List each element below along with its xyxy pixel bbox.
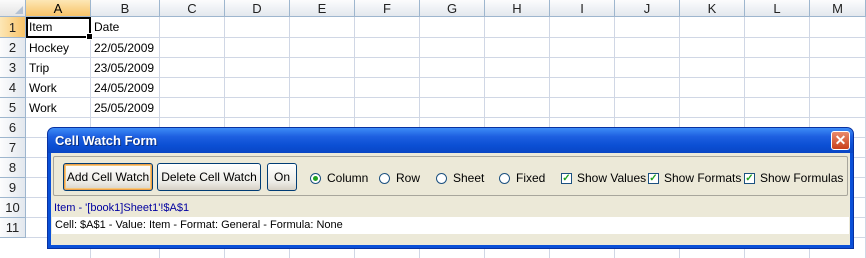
column-header-e[interactable]: E: [290, 0, 355, 17]
select-all-corner[interactable]: [0, 0, 26, 17]
column-header-m[interactable]: M: [810, 0, 866, 17]
cell-b3[interactable]: 23/05/2009: [91, 58, 160, 78]
radio-sheet[interactable]: Sheet: [436, 170, 484, 186]
on-button[interactable]: On: [267, 163, 297, 191]
row-header-6[interactable]: 6: [0, 118, 26, 138]
cell-b1[interactable]: Date: [91, 17, 160, 37]
row-header-11[interactable]: 11: [0, 218, 26, 238]
row-header-1[interactable]: 1: [0, 17, 26, 38]
column-header-g[interactable]: G: [420, 0, 485, 17]
window-title: Cell Watch Form: [55, 133, 158, 148]
radio-fixed[interactable]: Fixed: [499, 170, 545, 186]
radio-column-indicator[interactable]: [310, 172, 321, 184]
cell-b2[interactable]: 22/05/2009: [91, 38, 160, 58]
close-button[interactable]: ✕: [831, 131, 850, 150]
checkbox-show-formats-box[interactable]: ✓: [648, 172, 659, 184]
cell-a3[interactable]: Trip: [26, 58, 91, 78]
radio-fixed-label: Fixed: [516, 171, 546, 185]
column-header-d[interactable]: D: [225, 0, 290, 17]
row-header-2[interactable]: 2: [0, 38, 26, 58]
row-header-3[interactable]: 3: [0, 58, 26, 78]
title-bar[interactable]: Cell Watch Form ✕: [48, 128, 853, 153]
checkbox-show-values-label: Show Values: [577, 171, 647, 185]
cell-a5[interactable]: Work: [26, 98, 91, 118]
add-cell-watch-button[interactable]: Add Cell Watch: [63, 163, 153, 191]
radio-row-indicator[interactable]: [379, 172, 390, 184]
row-header-5[interactable]: 5: [0, 98, 26, 118]
checkbox-show-formulas-box[interactable]: ✓: [744, 172, 755, 184]
column-header-l[interactable]: L: [745, 0, 810, 17]
close-icon: ✕: [834, 132, 847, 148]
radio-fixed-indicator[interactable]: [499, 172, 510, 184]
cell-a2[interactable]: Hockey: [26, 38, 91, 58]
radio-column[interactable]: Column: [310, 170, 368, 186]
checkbox-show-formats-label: Show Formats: [664, 171, 742, 185]
checkbox-show-formulas[interactable]: ✓ Show Formulas: [744, 170, 843, 186]
form-client-area: Add Cell Watch Delete Cell Watch On Colu…: [51, 153, 850, 245]
active-cell-cursor: [26, 17, 93, 40]
checkbox-show-values[interactable]: ✓ Show Values: [561, 170, 646, 186]
row-header-4[interactable]: 4: [0, 78, 26, 98]
radio-row-label: Row: [396, 171, 421, 185]
delete-cell-watch-button[interactable]: Delete Cell Watch: [157, 163, 261, 191]
watch-header: Item - '[book1]Sheet1'!$A$1: [54, 202, 190, 214]
column-header-a[interactable]: A: [26, 0, 91, 17]
checkbox-show-formats[interactable]: ✓ Show Formats: [648, 170, 741, 186]
row-header-9[interactable]: 9: [0, 178, 26, 198]
row-header-10[interactable]: 10: [0, 198, 26, 218]
checkbox-show-formulas-label: Show Formulas: [760, 171, 844, 185]
radio-row[interactable]: Row: [379, 170, 420, 186]
row-header-7[interactable]: 7: [0, 138, 26, 158]
column-header-f[interactable]: F: [355, 0, 420, 17]
cell-b4[interactable]: 24/05/2009: [91, 78, 160, 98]
row-header-8[interactable]: 8: [0, 158, 26, 178]
column-header-h[interactable]: H: [485, 0, 550, 17]
column-header-j[interactable]: J: [615, 0, 680, 17]
cell-b5[interactable]: 25/05/2009: [91, 98, 160, 118]
cell-a4[interactable]: Work: [26, 78, 91, 98]
form-toolbar: Add Cell Watch Delete Cell Watch On Colu…: [53, 156, 848, 196]
radio-sheet-label: Sheet: [453, 171, 485, 185]
column-header-k[interactable]: K: [680, 0, 745, 17]
checkbox-show-values-box[interactable]: ✓: [561, 172, 572, 184]
column-header-i[interactable]: I: [550, 0, 615, 17]
radio-sheet-indicator[interactable]: [436, 172, 447, 184]
radio-column-label: Column: [327, 171, 369, 185]
watch-list-item[interactable]: Cell: $A$1 - Value: Item - Format: Gener…: [52, 217, 849, 234]
cell-watch-form-window: Cell Watch Form ✕ Add Cell Watch Delete …: [47, 127, 854, 249]
column-header-b[interactable]: B: [91, 0, 160, 17]
column-header-c[interactable]: C: [160, 0, 225, 17]
